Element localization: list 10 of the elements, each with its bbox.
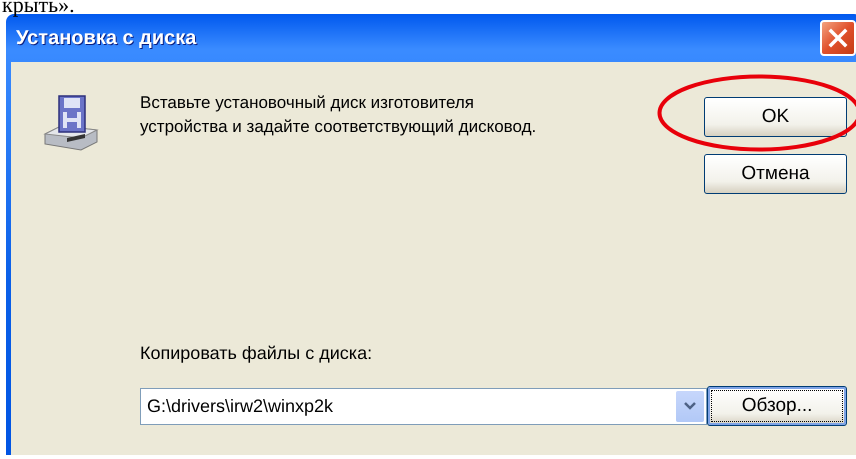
path-input[interactable]: G:\drivers\irw2\winxp2k bbox=[143, 396, 676, 416]
dialog-button[interactable]: Обзор... bbox=[707, 386, 847, 426]
close-icon[interactable] bbox=[828, 28, 848, 48]
dialog-button[interactable]: Отмена bbox=[704, 154, 847, 194]
close-button[interactable] bbox=[820, 20, 856, 56]
path-combo-box[interactable]: G:\drivers\irw2\winxp2k bbox=[140, 388, 708, 424]
instruction-text: Вставьте установочный диск изготовителя устройства и задайте соответствующий дисковод. bbox=[140, 92, 538, 138]
dialog-button[interactable]: OK bbox=[704, 97, 847, 137]
window-title: Установка с диска bbox=[16, 26, 198, 50]
field-label: Копировать файлы с диска: bbox=[140, 343, 374, 364]
